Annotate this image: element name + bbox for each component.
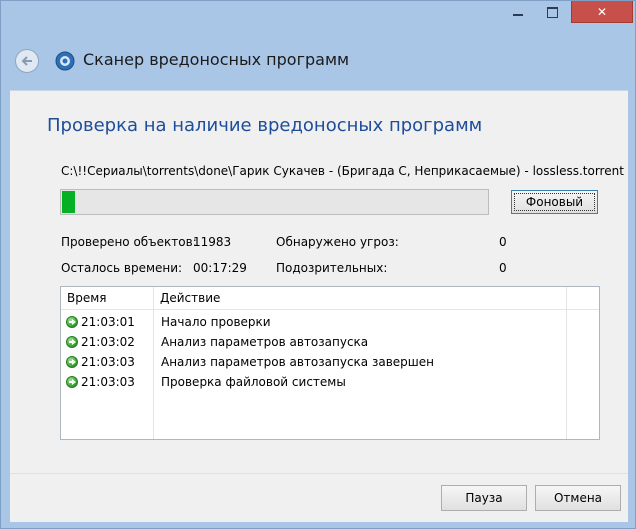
log-row[interactable]: 21:03:03 Анализ параметров автозапуска з… — [61, 353, 599, 373]
green-arrow-icon — [66, 316, 78, 328]
log-time: 21:03:03 — [81, 375, 135, 389]
page-heading: Проверка на наличие вредоносных программ — [47, 115, 483, 136]
scan-log-list[interactable]: Время Действие 21:03:01 Начало проверки … — [60, 286, 600, 440]
column-divider — [566, 287, 567, 309]
pause-button-label: Пауза — [465, 491, 503, 505]
pause-button[interactable]: Пауза — [441, 485, 527, 511]
log-time: 21:03:02 — [81, 335, 135, 349]
column-header-time[interactable]: Время — [61, 287, 153, 309]
suspicious-label: Подозрительных: — [276, 261, 388, 275]
checked-objects-label: Проверено объектов: — [61, 235, 197, 249]
background-button[interactable]: Фоновый — [511, 190, 598, 214]
progress-fill — [62, 191, 75, 213]
green-arrow-icon — [66, 356, 78, 368]
threats-found-value: 0 — [499, 235, 507, 249]
minimize-button[interactable] — [503, 1, 533, 23]
time-remaining-label: Осталось времени: — [61, 261, 183, 275]
log-action: Анализ параметров автозапуска завершен — [161, 355, 434, 369]
time-remaining-value: 00:17:29 — [193, 261, 247, 275]
column-header-action[interactable]: Действие — [154, 287, 566, 309]
log-time: 21:03:03 — [81, 355, 135, 369]
threats-found-label: Обнаружено угроз: — [276, 235, 399, 249]
app-window: ✕ Сканер вредоносных программ Проверка н… — [0, 0, 636, 529]
background-button-label: Фоновый — [525, 195, 584, 209]
window-title: Сканер вредоносных программ — [83, 50, 350, 69]
scan-progress-bar — [60, 189, 489, 215]
log-row[interactable]: 21:03:02 Анализ параметров автозапуска — [61, 333, 599, 353]
log-time: 21:03:01 — [81, 315, 135, 329]
divider — [10, 473, 628, 474]
suspicious-value: 0 — [499, 261, 507, 275]
maximize-icon — [546, 6, 558, 18]
current-scan-path: C:\!!Сериалы\torrents\done\Гарик Сукачев… — [61, 164, 624, 178]
content-panel: Проверка на наличие вредоносных программ… — [10, 90, 628, 522]
log-action: Начало проверки — [161, 315, 271, 329]
minimize-icon — [513, 14, 523, 16]
checked-objects-value: 11983 — [193, 235, 232, 249]
green-arrow-icon — [66, 336, 78, 348]
close-button[interactable]: ✕ — [571, 1, 633, 23]
log-row[interactable]: 21:03:03 Проверка файловой системы — [61, 373, 599, 393]
cancel-button-label: Отмена — [553, 491, 603, 505]
scanner-app-icon — [55, 51, 75, 71]
back-arrow-icon — [21, 56, 32, 66]
log-action: Анализ параметров автозапуска — [161, 335, 369, 349]
maximize-button[interactable] — [537, 1, 567, 23]
log-header: Время Действие — [61, 287, 599, 310]
log-action: Проверка файловой системы — [161, 375, 346, 389]
back-button[interactable] — [15, 49, 39, 73]
cancel-button[interactable]: Отмена — [535, 485, 621, 511]
close-icon: ✕ — [596, 4, 608, 19]
log-row[interactable]: 21:03:01 Начало проверки — [61, 313, 599, 333]
green-arrow-icon — [66, 376, 78, 388]
